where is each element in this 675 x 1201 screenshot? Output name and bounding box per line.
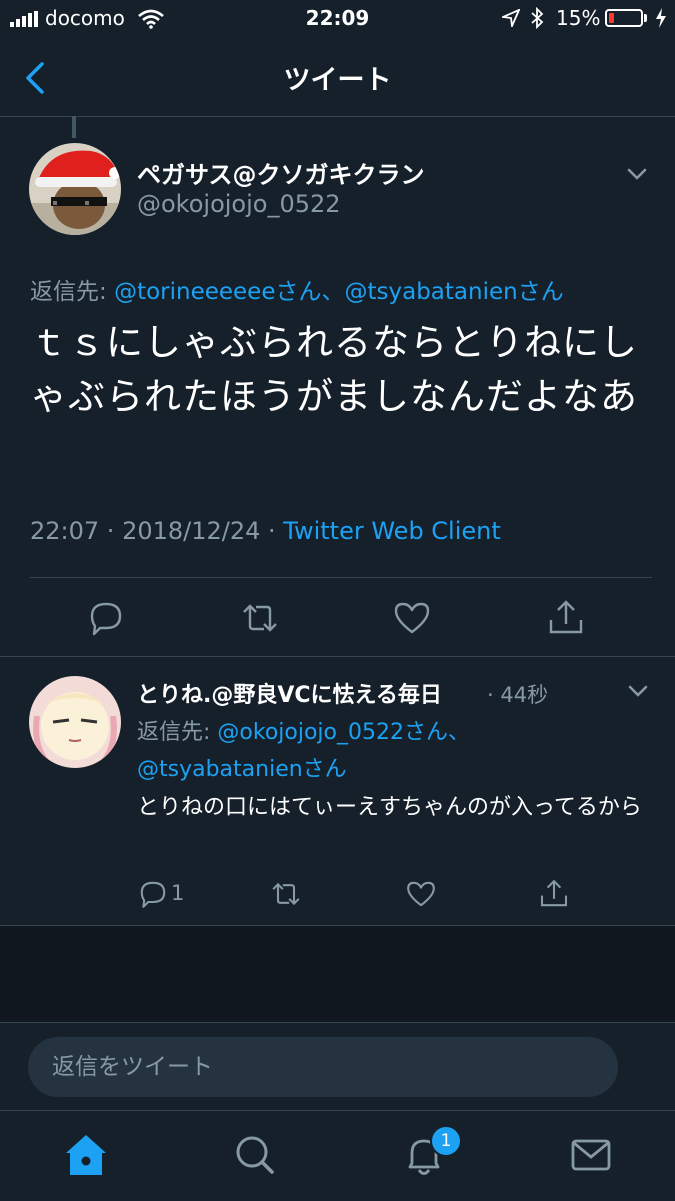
reply-input[interactable] [28, 1037, 618, 1097]
charging-bolt-icon [656, 8, 666, 28]
chevron-down-icon[interactable] [624, 680, 652, 702]
reply-to-line: 返信先: @okojojojo_0522さん、 @tsyabatanienさん [137, 714, 637, 788]
divider [0, 656, 675, 657]
location-icon [502, 9, 520, 27]
battery-icon [605, 9, 643, 27]
tweet-menu-button[interactable] [622, 162, 652, 186]
avatar-image[interactable] [29, 676, 121, 768]
like-button[interactable] [392, 598, 432, 638]
page-title: ツイート [283, 65, 392, 96]
avatar[interactable] [29, 143, 121, 235]
chevron-down-icon[interactable] [622, 162, 652, 186]
like-button[interactable] [405, 878, 437, 910]
username-handle[interactable]: @okojojojo_0522 [137, 190, 341, 218]
reply-button[interactable] [137, 878, 169, 910]
empty-area [0, 926, 675, 1022]
share-button[interactable] [546, 598, 586, 638]
reply-icon[interactable] [86, 598, 126, 638]
status-bar: docomo 22:09 15% [0, 0, 675, 38]
search-icon[interactable] [226, 1129, 282, 1181]
display-name[interactable]: ペガサス@クソガキクラン [137, 155, 425, 190]
divider [30, 577, 652, 578]
retweet-icon[interactable] [270, 878, 302, 910]
reply-to-prefix: 返信先: [30, 279, 115, 305]
tweet-text: とりねの口にはてぃーえすちゃんのが入ってるから [137, 795, 642, 820]
mention-link[interactable]: @okojojojo_0522さん、 [217, 720, 470, 745]
reply-to-prefix: 返信先: [137, 720, 218, 745]
share-button[interactable] [538, 878, 570, 910]
avatar-image[interactable] [29, 143, 121, 235]
navigation-bar: ツイート [0, 38, 675, 117]
retweet-button[interactable] [240, 598, 280, 638]
mail-icon[interactable] [563, 1129, 619, 1181]
tweet-menu-button[interactable] [624, 680, 652, 702]
share-icon[interactable] [538, 878, 570, 910]
bluetooth-icon [531, 7, 544, 29]
tweet-metadata: 22:07 · 2018/12/24 · Twitter Web Client [30, 517, 501, 545]
mention-link[interactable]: @tsyabatanienさん [344, 279, 563, 305]
tab-bar: 1 [0, 1110, 675, 1201]
heart-icon[interactable] [405, 878, 437, 910]
notification-badge: 1 [430, 1125, 462, 1157]
client-link[interactable]: Twitter Web Client [283, 517, 501, 545]
reply-to-line: 返信先: @torineeeeeeさん、@tsyabatanienさん [30, 272, 564, 306]
tab-home[interactable] [58, 1129, 114, 1181]
heart-icon[interactable] [392, 598, 432, 638]
reply-button[interactable] [86, 598, 126, 638]
share-icon[interactable] [546, 598, 586, 638]
reply-icon[interactable] [137, 878, 169, 910]
mention-link[interactable]: @tsyabatanienさん [137, 757, 347, 782]
display-name[interactable]: とりね.@野良VCに怯える毎日 [137, 677, 442, 709]
mention-link[interactable]: @torineeeeeeさん、 [114, 279, 344, 305]
reply-count: 1 [171, 881, 185, 905]
retweet-button[interactable] [270, 878, 302, 910]
tweet-actions [0, 592, 675, 644]
tweet-time: 22:07 [30, 517, 100, 545]
avatar[interactable] [29, 676, 121, 768]
tweet-actions: 1 [0, 872, 675, 916]
reply-compose-bar [0, 1022, 675, 1111]
battery-percent: 15% [556, 6, 601, 30]
tab-messages[interactable] [563, 1129, 619, 1181]
tweet-text: ｔｓにしゃぶられるならとりねにしゃぶられたほうがましなんだよなあ [30, 321, 638, 418]
tweet-time: · 44秒 [487, 683, 549, 707]
tab-search[interactable] [226, 1129, 282, 1181]
thread-connector-line [72, 116, 76, 138]
tweet-date: 2018/12/24 [122, 517, 261, 545]
home-icon[interactable] [58, 1129, 114, 1181]
retweet-icon[interactable] [240, 598, 280, 638]
